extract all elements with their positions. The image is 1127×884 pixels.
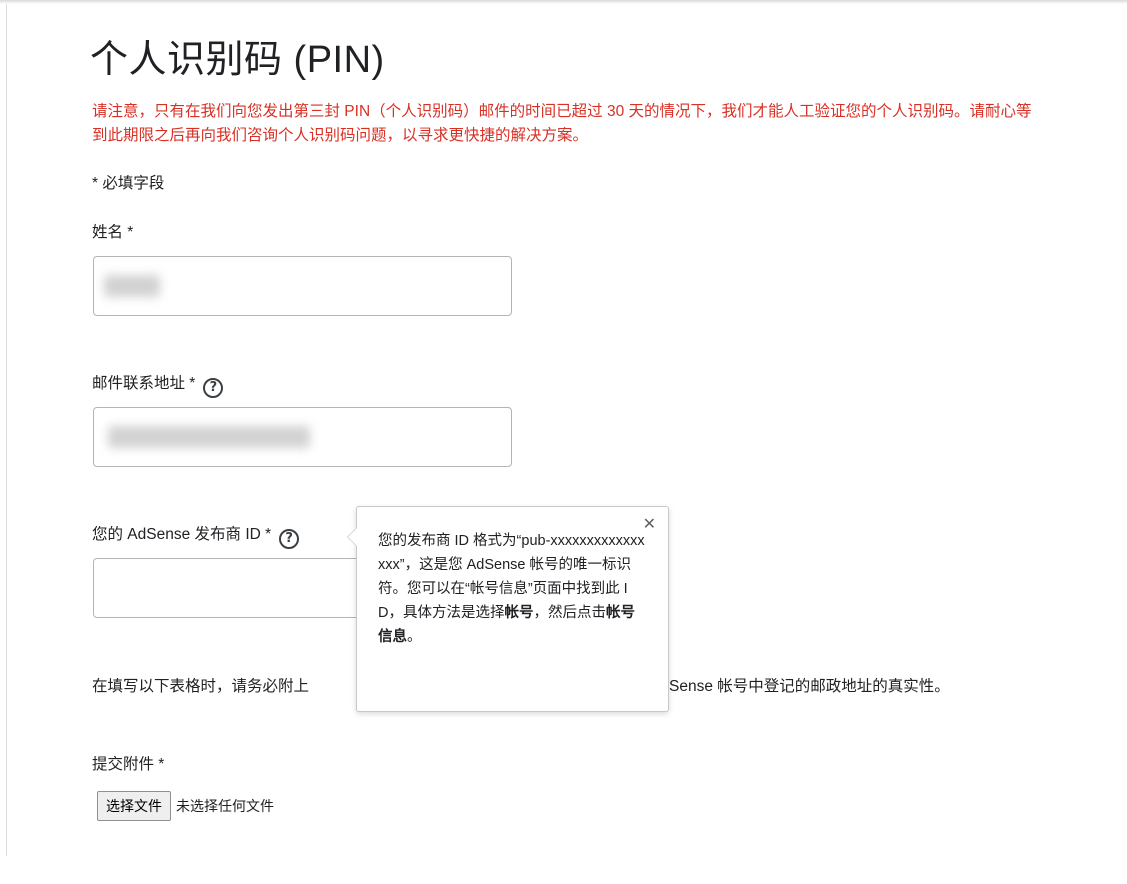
file-input: 选择文件 未选择任何文件 [97, 791, 274, 821]
redacted-name [104, 275, 160, 297]
name-label: 姓名 * [92, 224, 134, 241]
attachment-label: 提交附件 * [92, 756, 165, 773]
email-help-icon[interactable]: ? [203, 378, 224, 398]
tooltip-arrow [347, 527, 357, 547]
redacted-email [108, 426, 310, 448]
tooltip-text-part3: 。 [407, 629, 422, 645]
left-divider [6, 4, 7, 856]
choose-file-button[interactable]: 选择文件 [97, 791, 171, 821]
page-title: 个人识别码 (PIN) [90, 39, 385, 81]
instruction-text-right: Sense 帐号中登记的邮政地址的真实性。 [669, 678, 950, 695]
pin-form-page: 个人识别码 (PIN) 请注意，只有在我们向您发出第三封 PIN（个人识别码）邮… [0, 0, 1127, 884]
tooltip-text: 您的发布商 ID 格式为“pub-xxxxxxxxxxxxxxxx”，这是您 A… [378, 529, 648, 649]
publisher-id-label-text: 您的 AdSense 发布商 ID * [92, 526, 272, 543]
tooltip-text-part2: ，然后点击 [533, 605, 606, 621]
email-label-text: 邮件联系地址 * [92, 375, 196, 392]
publisher-id-tooltip: ✕ 您的发布商 ID 格式为“pub-xxxxxxxxxxxxxxxx”，这是您… [347, 506, 669, 712]
required-fields-note: * 必填字段 [92, 175, 165, 192]
publisher-id-help-icon[interactable]: ? [279, 529, 300, 549]
publisher-id-label: 您的 AdSense 发布商 ID *? [92, 524, 300, 549]
email-label: 邮件联系地址 *? [92, 373, 224, 398]
instruction-text-left: 在填写以下表格时，请务必附上 [92, 678, 310, 695]
file-status: 未选择任何文件 [176, 798, 274, 814]
top-shadow [0, 0, 1127, 4]
pin-notice: 请注意，只有在我们向您发出第三封 PIN（个人识别码）邮件的时间已超过 30 天… [92, 103, 1032, 144]
tooltip-bold-account: 帐号 [504, 605, 534, 621]
